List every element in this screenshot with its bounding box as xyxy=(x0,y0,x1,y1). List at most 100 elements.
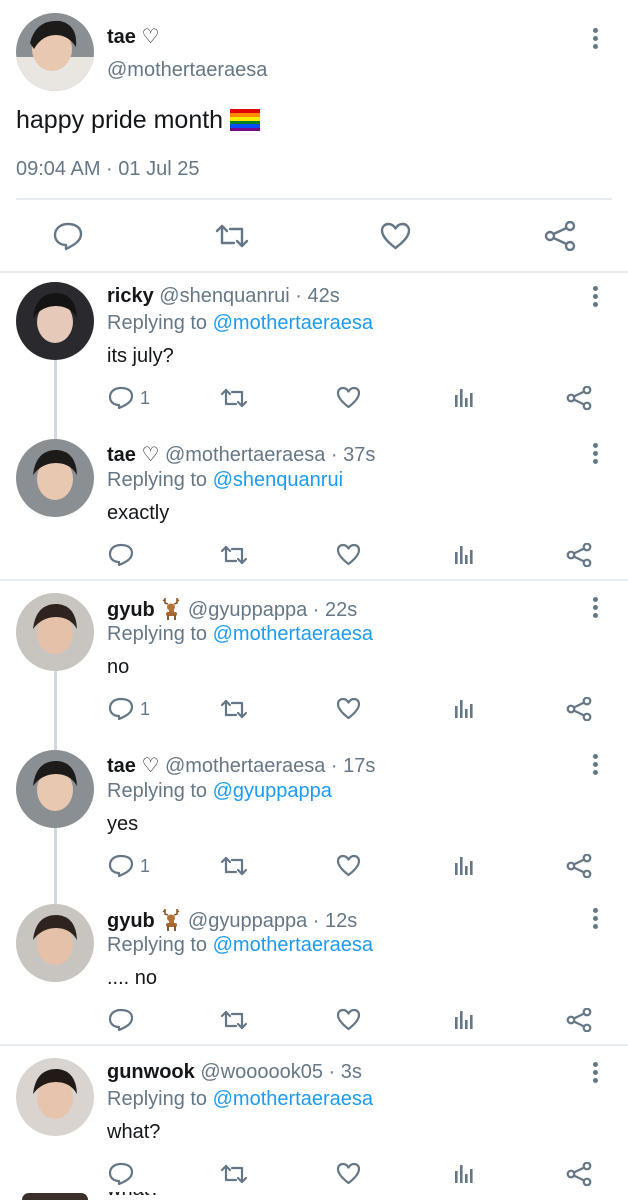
more-options-icon[interactable] xyxy=(590,286,600,310)
retweet-button[interactable] xyxy=(220,855,248,877)
replying-to-handle[interactable]: @shenquanrui xyxy=(213,469,343,491)
reply-count: 1 xyxy=(140,698,151,719)
avatar[interactable] xyxy=(16,282,94,360)
more-options-icon[interactable] xyxy=(590,28,600,52)
tweet-timestamp: 09:04 AM · 01 Jul 25 xyxy=(16,158,200,180)
retweet-icon xyxy=(215,224,249,248)
like-button[interactable] xyxy=(336,386,361,409)
reply-button[interactable] xyxy=(108,1008,140,1032)
rainbow-flag-icon xyxy=(230,109,261,138)
like-button[interactable] xyxy=(336,854,361,877)
reply-time: · 37s xyxy=(330,444,376,466)
views-button[interactable] xyxy=(453,386,475,408)
avatar[interactable] xyxy=(16,1058,94,1136)
more-options-icon[interactable] xyxy=(590,443,600,467)
like-button[interactable] xyxy=(380,222,411,250)
retweet-button[interactable] xyxy=(220,1009,248,1031)
reply-author-name[interactable]: tae ♡ xyxy=(107,755,159,777)
reply-header: gunwook @woooook05 · 3s xyxy=(107,1061,362,1084)
views-button[interactable] xyxy=(453,1162,475,1184)
replying-to-handle[interactable]: @mothertaeraesa xyxy=(213,623,373,645)
more-options-icon[interactable] xyxy=(590,597,600,621)
retweet-button[interactable] xyxy=(215,223,249,249)
reply-icon xyxy=(108,1162,134,1186)
author-name[interactable]: tae ♡ xyxy=(107,24,159,49)
replying-to-handle[interactable]: @mothertaeraesa xyxy=(213,1088,373,1110)
avatar[interactable] xyxy=(16,13,94,91)
reply-author-name[interactable]: tae ♡ xyxy=(107,444,159,466)
retweet-button[interactable] xyxy=(220,698,248,720)
avatar[interactable] xyxy=(16,750,94,828)
views-button[interactable] xyxy=(453,854,475,876)
retweet-button[interactable] xyxy=(220,1163,248,1185)
views-button[interactable] xyxy=(453,543,475,565)
reply-time: · 42s xyxy=(295,285,340,307)
deer-icon xyxy=(162,598,180,620)
reply-text: its july? xyxy=(107,345,174,367)
replying-to-handle[interactable]: @gyuppappa xyxy=(213,780,332,802)
reply-button[interactable] xyxy=(52,221,84,251)
heart-icon xyxy=(336,386,361,409)
reply-button[interactable]: 1 xyxy=(108,854,150,878)
replying-to: Replying to @shenquanrui xyxy=(107,469,343,492)
views-icon xyxy=(455,1011,473,1029)
reply-author-handle[interactable]: @mothertaeraesa xyxy=(165,444,325,466)
heart-icon xyxy=(336,543,361,566)
views-button[interactable] xyxy=(453,697,475,719)
reply-header: gyub @gyuppappa · 12s xyxy=(107,907,357,937)
avatar[interactable] xyxy=(16,593,94,671)
share-button[interactable] xyxy=(566,1008,592,1032)
reply-author-name[interactable]: gunwook xyxy=(107,1061,195,1083)
avatar[interactable] xyxy=(22,1193,88,1200)
share-icon xyxy=(544,221,576,251)
like-button[interactable] xyxy=(336,1162,361,1185)
reply-button[interactable]: 1 xyxy=(108,386,150,410)
more-options-icon[interactable] xyxy=(590,908,600,932)
reply-author-handle[interactable]: @shenquanrui xyxy=(159,285,289,307)
more-options-icon[interactable] xyxy=(590,754,600,778)
reply-icon xyxy=(108,854,134,878)
more-options-icon[interactable] xyxy=(590,1062,600,1086)
avatar[interactable] xyxy=(16,439,94,517)
views-button[interactable] xyxy=(453,1008,475,1030)
reply-author-handle[interactable]: @gyuppappa xyxy=(188,599,307,621)
author-handle[interactable]: @mothertaeraesa xyxy=(107,59,267,82)
reply-author-name[interactable]: ricky xyxy=(107,285,154,307)
reply-author-handle[interactable]: @woooook05 xyxy=(200,1061,323,1083)
replying-to-handle[interactable]: @mothertaeraesa xyxy=(213,934,373,956)
share-icon xyxy=(566,386,592,410)
reply-author-name[interactable]: gyub xyxy=(107,910,155,932)
reply-text: exactly xyxy=(107,502,170,524)
reply-author-handle[interactable]: @mothertaeraesa xyxy=(165,755,325,777)
reply-button[interactable] xyxy=(108,543,140,567)
share-button[interactable] xyxy=(566,1162,592,1186)
views-icon xyxy=(455,389,473,407)
share-icon xyxy=(566,1008,592,1032)
reply-button[interactable]: 1 xyxy=(108,697,150,721)
share-button[interactable] xyxy=(544,221,576,251)
heart-icon xyxy=(336,697,361,720)
share-button[interactable] xyxy=(566,697,592,721)
reply-time: · 17s xyxy=(330,755,376,777)
replying-to-label: Replying to xyxy=(107,312,208,334)
views-icon xyxy=(455,546,473,564)
reply-author-handle[interactable]: @gyuppappa xyxy=(188,910,307,932)
share-button[interactable] xyxy=(566,386,592,410)
retweet-button[interactable] xyxy=(220,387,248,409)
like-button[interactable] xyxy=(336,543,361,566)
like-button[interactable] xyxy=(336,1008,361,1031)
share-button[interactable] xyxy=(566,854,592,878)
replying-to-handle[interactable]: @mothertaeraesa xyxy=(213,312,373,334)
retweet-icon xyxy=(220,388,248,408)
avatar[interactable] xyxy=(16,904,94,982)
replying-to-label: Replying to xyxy=(107,469,208,491)
reply-button[interactable] xyxy=(108,1162,140,1186)
reply-author-name[interactable]: gyub xyxy=(107,599,155,621)
retweet-icon xyxy=(220,545,248,565)
replying-to: Replying to @mothertaeraesa xyxy=(107,934,373,957)
replying-to: Replying to @mothertaeraesa xyxy=(107,1088,373,1111)
reply-icon xyxy=(108,1008,134,1032)
like-button[interactable] xyxy=(336,697,361,720)
retweet-button[interactable] xyxy=(220,544,248,566)
share-button[interactable] xyxy=(566,543,592,567)
